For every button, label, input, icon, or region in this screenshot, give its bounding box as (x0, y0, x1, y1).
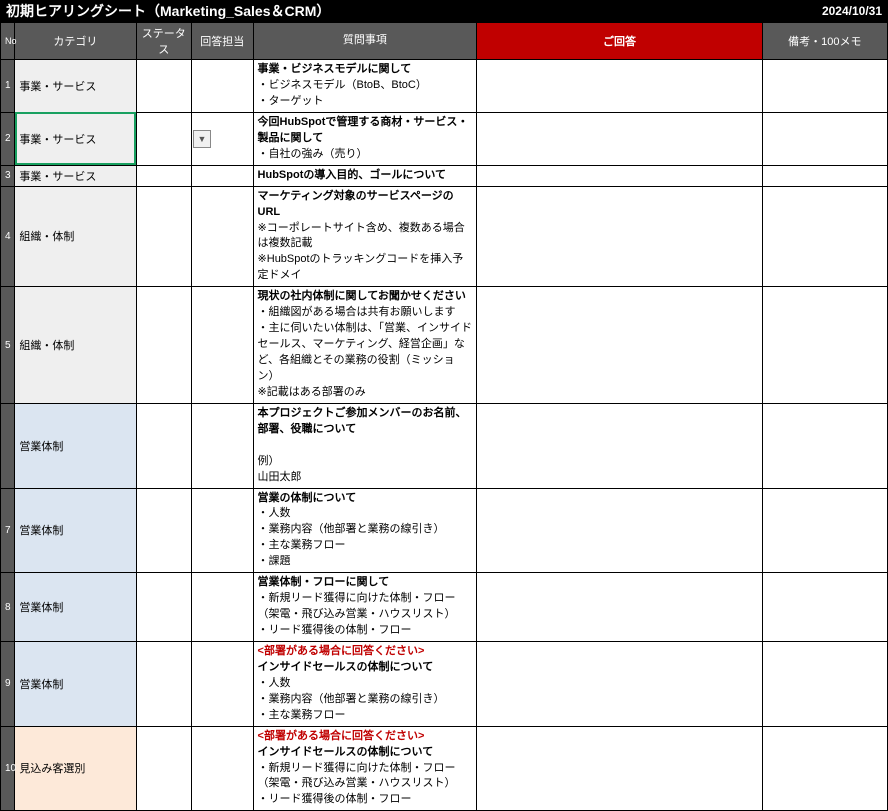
memo-cell[interactable] (762, 403, 887, 488)
memo-cell[interactable] (762, 641, 887, 726)
answer-cell[interactable] (477, 165, 762, 186)
table-row: 営業体制 本プロジェクトご参加メンバーのお名前、部署、役職について例）山田太郎 (1, 403, 888, 488)
responder-cell[interactable] (191, 573, 253, 642)
col-no: No (1, 23, 15, 60)
table-row: 4組織・体制 マーケティング対象のサービスページのURL※コーポレートサイト含め、… (1, 186, 888, 287)
category-cell[interactable]: 事業・サービス (15, 112, 136, 165)
answer-cell[interactable] (477, 403, 762, 488)
question-cell: 現状の社内体制に関してお聞かせください・組織図がある場合は共有お願いします・主に… (253, 287, 477, 404)
status-cell[interactable] (136, 488, 191, 573)
dropdown-icon[interactable]: ▼ (193, 130, 211, 148)
memo-cell[interactable] (762, 488, 887, 573)
row-number: 4 (1, 186, 15, 287)
responder-cell[interactable] (191, 726, 253, 811)
table-row: 2事業・サービス▼今回HubSpotで管理する商材・サービス・製品に関して・自社… (1, 112, 888, 165)
row-number (1, 403, 15, 488)
category-cell[interactable]: 営業体制 (15, 641, 136, 726)
table-row: 7営業体制 営業の体制について・人数・業務内容（他部署と業務の線引き）・主な業務フ… (1, 488, 888, 573)
title-bar: 初期ヒアリングシート（Marketing_Sales＆CRM） 2024/10/… (0, 0, 888, 22)
row-number: 10 (1, 726, 15, 811)
memo-cell[interactable] (762, 573, 887, 642)
question-cell: 今回HubSpotで管理する商材・サービス・製品に関して・自社の強み（売り） (253, 112, 477, 165)
status-cell[interactable] (136, 186, 191, 287)
table-row: 8営業体制 営業体制・フローに関して・新規リード獲得に向けた体制・フロー（架電・飛… (1, 573, 888, 642)
category-cell[interactable]: 見込み客選別 (15, 726, 136, 811)
row-number: 1 (1, 60, 15, 113)
responder-cell[interactable] (191, 165, 253, 186)
answer-cell[interactable] (477, 287, 762, 404)
table-row: 9営業体制 <部署がある場合に回答ください>インサイドセールスの体制について・人数… (1, 641, 888, 726)
row-number: 9 (1, 641, 15, 726)
col-answer: ご回答 (477, 23, 762, 60)
category-cell[interactable]: 事業・サービス (15, 60, 136, 113)
row-number: 5 (1, 287, 15, 404)
responder-cell[interactable] (191, 403, 253, 488)
row-number: 2 (1, 112, 15, 165)
row-number: 3 (1, 165, 15, 186)
memo-cell[interactable] (762, 726, 887, 811)
col-category: カテゴリ (15, 23, 136, 60)
responder-cell[interactable] (191, 60, 253, 113)
question-cell: <部署がある場合に回答ください>インサイドセールスの体制について・新規リード獲得… (253, 726, 477, 811)
question-cell: マーケティング対象のサービスページのURL※コーポレートサイト含め、複数ある場合… (253, 186, 477, 287)
memo-cell[interactable] (762, 112, 887, 165)
answer-cell[interactable] (477, 488, 762, 573)
hearing-sheet-table: No カテゴリ ステータス 回答担当 質問事項 ご回答 備考・100メモ 1事業… (0, 22, 888, 811)
col-responder: 回答担当 (191, 23, 253, 60)
header-row: No カテゴリ ステータス 回答担当 質問事項 ご回答 備考・100メモ (1, 23, 888, 60)
answer-cell[interactable] (477, 112, 762, 165)
category-cell[interactable]: 組織・体制 (15, 287, 136, 404)
memo-cell[interactable] (762, 186, 887, 287)
category-cell[interactable]: 営業体制 (15, 573, 136, 642)
col-question: 質問事項 (253, 23, 477, 60)
question-cell: 本プロジェクトご参加メンバーのお名前、部署、役職について例）山田太郎 (253, 403, 477, 488)
responder-cell[interactable] (191, 287, 253, 404)
table-row: 1事業・サービス 事業・ビジネスモデルに関して・ビジネスモデル（BtoB、BtoC… (1, 60, 888, 113)
row-number: 8 (1, 573, 15, 642)
question-cell: HubSpotの導入目的、ゴールについて (253, 165, 477, 186)
status-cell[interactable] (136, 641, 191, 726)
category-cell[interactable]: 営業体制 (15, 403, 136, 488)
col-status: ステータス (136, 23, 191, 60)
status-cell[interactable] (136, 287, 191, 404)
question-cell: 営業体制・フローに関して・新規リード獲得に向けた体制・フロー（架電・飛び込み営業… (253, 573, 477, 642)
memo-cell[interactable] (762, 287, 887, 404)
status-cell[interactable] (136, 726, 191, 811)
table-row: 3事業・サービス HubSpotの導入目的、ゴールについて (1, 165, 888, 186)
question-cell: 事業・ビジネスモデルに関して・ビジネスモデル（BtoB、BtoC）・ターゲット (253, 60, 477, 113)
question-cell: <部署がある場合に回答ください>インサイドセールスの体制について・人数・業務内容… (253, 641, 477, 726)
table-row: 5組織・体制現状の社内体制に関してお聞かせください・組織図がある場合は共有お願い… (1, 287, 888, 404)
answer-cell[interactable] (477, 726, 762, 811)
category-cell[interactable]: 営業体制 (15, 488, 136, 573)
col-memo: 備考・100メモ (762, 23, 887, 60)
answer-cell[interactable] (477, 573, 762, 642)
status-cell[interactable] (136, 165, 191, 186)
table-row: 10見込み客選別 <部署がある場合に回答ください>インサイドセールスの体制について… (1, 726, 888, 811)
sheet-title: 初期ヒアリングシート（Marketing_Sales＆CRM） (6, 1, 330, 21)
sheet-date: 2024/10/31 (822, 4, 882, 18)
category-cell[interactable]: 事業・サービス (15, 165, 136, 186)
answer-cell[interactable] (477, 641, 762, 726)
memo-cell[interactable] (762, 165, 887, 186)
status-cell[interactable] (136, 403, 191, 488)
status-cell[interactable]: ▼ (136, 112, 191, 165)
memo-cell[interactable] (762, 60, 887, 113)
category-cell[interactable]: 組織・体制 (15, 186, 136, 287)
responder-cell[interactable] (191, 186, 253, 287)
row-number: 7 (1, 488, 15, 573)
answer-cell[interactable] (477, 186, 762, 287)
status-cell[interactable] (136, 573, 191, 642)
answer-cell[interactable] (477, 60, 762, 113)
status-cell[interactable] (136, 60, 191, 113)
question-cell: 営業の体制について・人数・業務内容（他部署と業務の線引き）・主な業務フロー・課題 (253, 488, 477, 573)
responder-cell[interactable] (191, 641, 253, 726)
responder-cell[interactable] (191, 488, 253, 573)
